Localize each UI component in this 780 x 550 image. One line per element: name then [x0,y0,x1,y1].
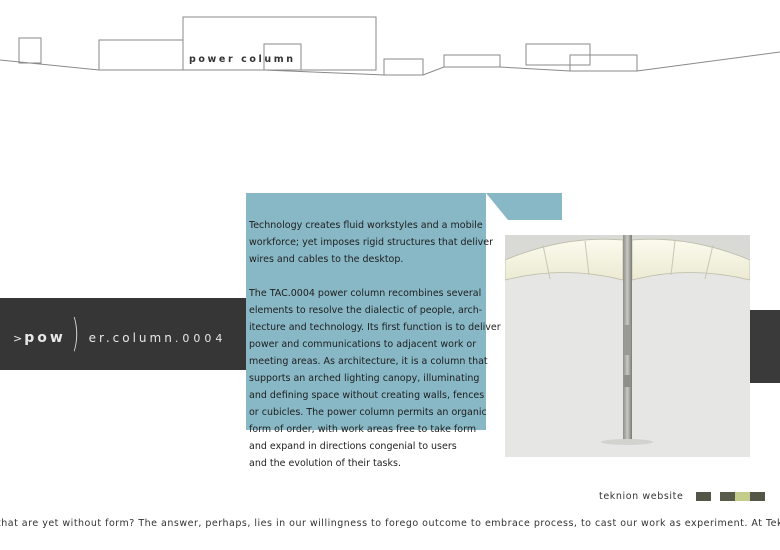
nav-swatch-2[interactable] [720,492,735,501]
description-text: Technology creates fluid workstyles and … [249,217,519,472]
nav-swatch-4[interactable] [750,492,765,501]
logo-part-a: > [13,332,25,345]
power-column-photo [505,235,750,457]
logo-part-c: er.column [88,331,175,345]
teknion-website-link[interactable]: teknion website [599,491,683,502]
right-band [749,310,780,383]
panel-tab [486,193,562,220]
description-paragraph-1: Technology creates fluid workstyles and … [249,220,494,265]
skyline-graphic [0,0,780,80]
product-logo: >pow) er.column.0004 [13,311,227,355]
nav-swatch-3[interactable] [735,492,750,501]
logo-part-b: pow [24,330,66,346]
logo-part-d: .0004 [174,332,227,345]
nav-swatch-1[interactable] [696,492,711,501]
description-paragraph-2: The TAC.0004 power column recombines sev… [249,288,501,469]
page-title: power column [189,54,296,65]
logo-paren: ) [71,311,79,355]
scrolling-ticker-text: that are yet without form? The answer, p… [0,518,780,529]
